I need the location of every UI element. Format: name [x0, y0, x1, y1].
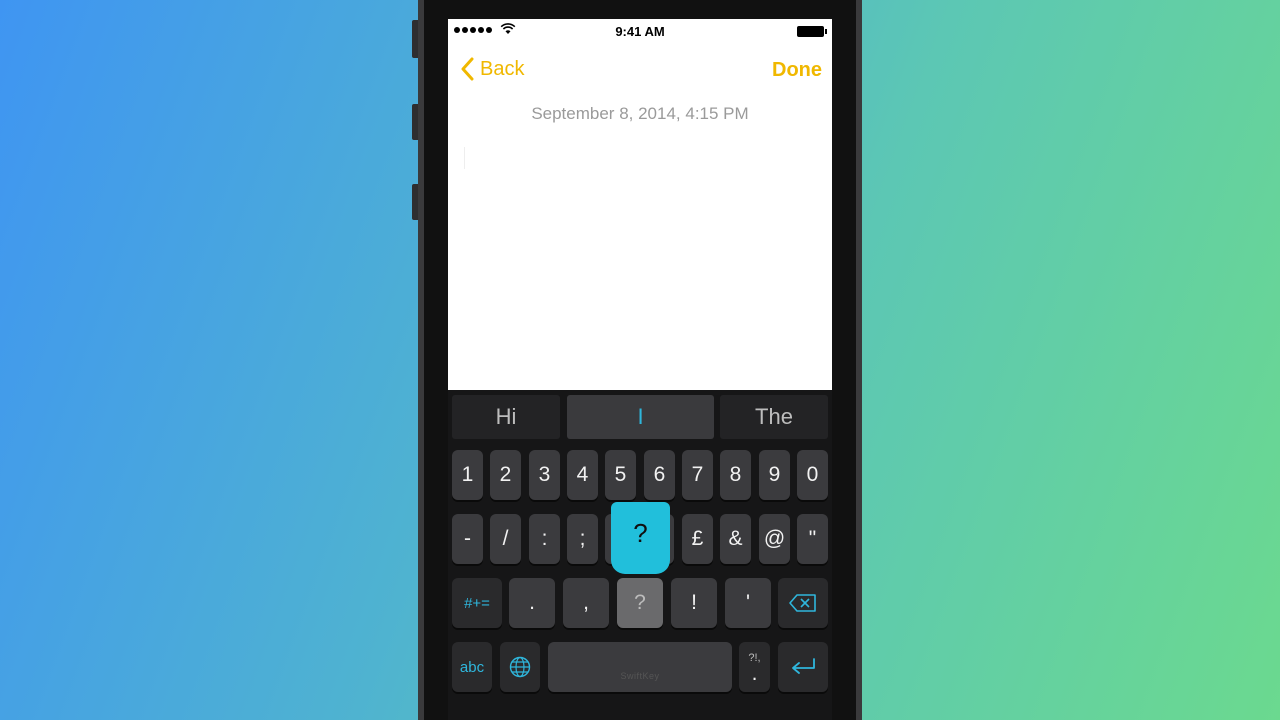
done-button[interactable]: Done	[772, 59, 822, 82]
key-pound[interactable]: £	[682, 514, 713, 564]
key-6[interactable]: 6	[644, 450, 675, 500]
backspace-key[interactable]	[778, 578, 828, 628]
text-cursor	[464, 147, 465, 169]
key-question[interactable]: ?	[617, 578, 663, 628]
key-at[interactable]: @	[759, 514, 790, 564]
key-popup: ?	[611, 502, 670, 574]
key-slash[interactable]: /	[490, 514, 521, 564]
key-7[interactable]: 7	[682, 450, 713, 500]
prediction-left[interactable]: Hi	[452, 395, 560, 439]
battery-icon	[797, 26, 827, 37]
key-period[interactable]: .	[509, 578, 555, 628]
notes-view: 9:41 AM Back Done September 8, 2014, 4:1…	[448, 19, 832, 390]
globe-key[interactable]	[500, 642, 540, 692]
back-button[interactable]: Back	[460, 57, 524, 81]
key-exclamation[interactable]: !	[671, 578, 717, 628]
punct-bottom-label: .	[751, 662, 758, 685]
key-8[interactable]: 8	[720, 450, 751, 500]
key-colon[interactable]: :	[529, 514, 560, 564]
swiftkey-brand-label: SwiftKey	[620, 671, 660, 681]
key-1[interactable]: 1	[452, 450, 483, 500]
space-bar[interactable]: SwiftKey	[548, 642, 732, 692]
phone-screen: 9:41 AM Back Done September 8, 2014, 4:1…	[448, 19, 832, 720]
status-bar: 9:41 AM	[448, 19, 832, 43]
key-semicolon[interactable]: ;	[567, 514, 598, 564]
key-dash[interactable]: -	[452, 514, 483, 564]
key-3[interactable]: 3	[529, 450, 560, 500]
key-apostrophe[interactable]: '	[725, 578, 771, 628]
note-date: September 8, 2014, 4:15 PM	[531, 104, 749, 123]
key-ampersand[interactable]: &	[720, 514, 751, 564]
punctuation-key[interactable]: ?!, .	[739, 642, 770, 692]
backspace-icon	[789, 594, 816, 612]
key-2[interactable]: 2	[490, 450, 521, 500]
prediction-center[interactable]: I	[567, 395, 714, 439]
key-0[interactable]: 0	[797, 450, 828, 500]
return-icon	[792, 658, 815, 674]
return-key[interactable]	[778, 642, 828, 692]
prediction-right[interactable]: The	[720, 395, 828, 439]
key-5[interactable]: 5	[605, 450, 636, 500]
key-4[interactable]: 4	[567, 450, 598, 500]
key-9[interactable]: 9	[759, 450, 790, 500]
status-time: 9:41 AM	[615, 24, 665, 39]
back-label: Back	[480, 57, 525, 80]
symbols-key[interactable]: #+=	[452, 578, 502, 628]
key-comma[interactable]: ,	[563, 578, 609, 628]
globe-icon	[509, 656, 531, 678]
chevron-left-icon	[461, 57, 474, 81]
key-quote[interactable]: "	[797, 514, 828, 564]
abc-key[interactable]: abc	[452, 642, 492, 692]
